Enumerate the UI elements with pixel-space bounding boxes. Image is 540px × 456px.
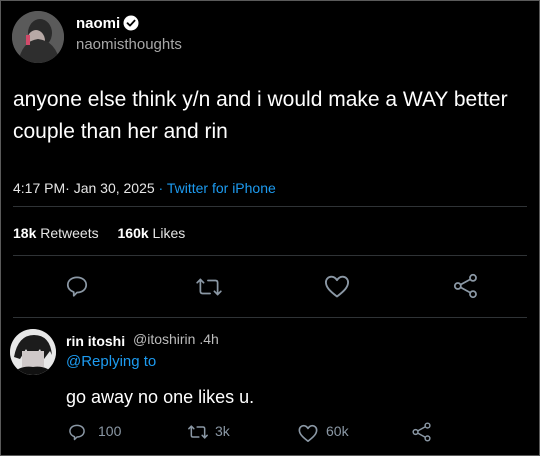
- reply-author-name[interactable]: rin itoshi: [66, 333, 125, 349]
- comment-icon[interactable]: [66, 422, 88, 442]
- verified-badge-icon: [123, 15, 139, 31]
- reply-like-count: 60k: [326, 423, 349, 439]
- retweets-label: Retweets: [40, 225, 99, 241]
- comment-icon[interactable]: [64, 273, 90, 299]
- heart-icon[interactable]: [323, 273, 351, 299]
- retweet-icon[interactable]: [186, 422, 210, 442]
- retweets-count: 18k: [13, 225, 37, 241]
- share-icon[interactable]: [452, 272, 480, 300]
- retweet-icon[interactable]: [195, 274, 223, 300]
- reply-retweet-count: 3k: [215, 423, 230, 439]
- reply-reply-count: 100: [98, 423, 122, 439]
- likes-count: 160k: [117, 225, 149, 241]
- author-name[interactable]: naomi: [76, 15, 120, 32]
- reply-author-avatar[interactable]: [10, 329, 56, 375]
- author-avatar[interactable]: [12, 11, 64, 63]
- tweet-text: anyone else think y/n and i would make a…: [13, 88, 508, 143]
- reply-author-handle[interactable]: @itoshirin .4h: [133, 331, 219, 347]
- likes-stat[interactable]: 160k Likes: [118, 225, 186, 241]
- replying-to-link[interactable]: @Replying to: [66, 353, 156, 370]
- tweet-meta: 4:17 PM· Jan 30, 2025 · Twitter for iPho…: [13, 180, 276, 196]
- author-handle[interactable]: naomisthoughts: [76, 36, 182, 53]
- tweet-time[interactable]: 4:17 PM: [13, 180, 65, 196]
- tweet-date[interactable]: · Jan 30, 2025: [65, 180, 155, 196]
- heart-icon[interactable]: [297, 423, 319, 443]
- tweet-source[interactable]: · Twitter for iPhone: [159, 180, 276, 196]
- share-icon[interactable]: [411, 421, 433, 443]
- divider: [13, 255, 527, 256]
- divider: [13, 206, 527, 207]
- tweet-stats: 18k Retweets 160k Likes: [13, 225, 185, 241]
- retweets-stat[interactable]: 18k Retweets: [13, 225, 99, 241]
- likes-label: Likes: [152, 225, 186, 241]
- reply-text: go away no one likes u.: [66, 387, 255, 407]
- divider: [13, 317, 527, 318]
